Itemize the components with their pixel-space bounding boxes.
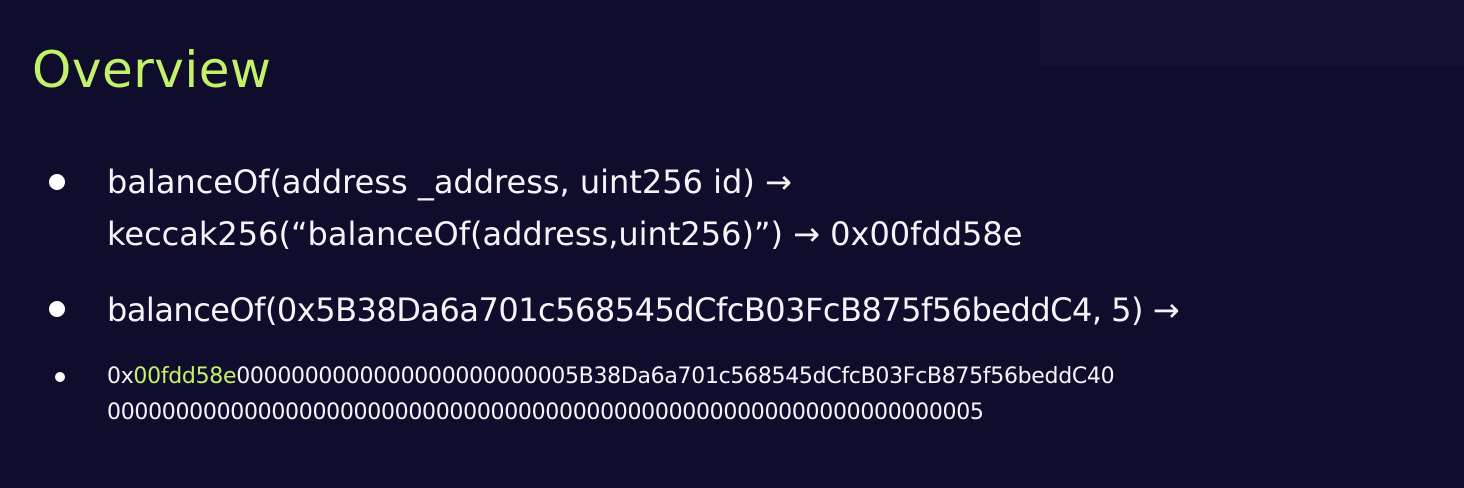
calldata-rest: 0000000000000000000000005B38Da6a701c5685… — [236, 364, 1115, 389]
corner-panel — [1040, 0, 1464, 66]
calldata-line2: 0000000000000000000000000000000000000000… — [107, 400, 984, 425]
bullet-dot — [49, 174, 65, 190]
calldata-line1: 0x00fdd58e0000000000000000000000005B38Da… — [107, 363, 1115, 391]
bullet-dot — [49, 301, 65, 317]
calldata-prefix: 0x — [107, 364, 134, 389]
bullet-dot — [55, 372, 65, 382]
bullet2-line1: balanceOf(0x5B38Da6a701c568545dCfcB03FcB… — [107, 291, 1180, 329]
slide-title: Overview — [32, 41, 272, 99]
function-selector: 00fdd58e — [133, 364, 237, 389]
bullet1-line1: balanceOf(address _address, uint256 id) … — [107, 163, 792, 201]
bullet1-line2: keccak256(“balanceOf(address,uint256)”) … — [107, 215, 1023, 253]
